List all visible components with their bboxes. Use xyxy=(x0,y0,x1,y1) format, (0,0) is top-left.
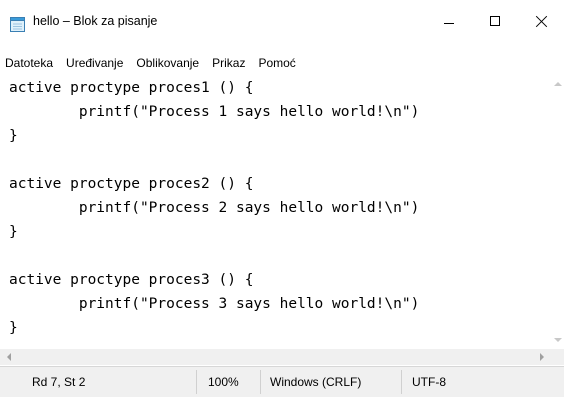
maximize-icon xyxy=(490,16,500,26)
editor-line: printf("Process 2 says hello world!\n") xyxy=(9,200,420,216)
menu-edit[interactable]: Uređivanje xyxy=(59,56,129,70)
status-divider xyxy=(196,370,197,394)
editor-line: } xyxy=(9,224,18,240)
editor-line: active proctype proces1 () { xyxy=(9,80,254,96)
notepad-window: hello – Blok za pisanje Datoteka Uređiva… xyxy=(0,0,564,397)
editor-line: } xyxy=(9,128,18,144)
menu-file[interactable]: Datoteka xyxy=(0,56,59,70)
encoding: UTF-8 xyxy=(412,375,446,389)
window-title: hello – Blok za pisanje xyxy=(33,14,158,28)
horizontal-scrollbar[interactable] xyxy=(0,349,551,365)
status-bar: Rd 7, St 2 100% Windows (CRLF) UTF-8 xyxy=(0,366,564,397)
menu-format[interactable]: Oblikovanje xyxy=(129,56,205,70)
maximize-button[interactable] xyxy=(472,0,518,48)
menu-bar: Datoteka Uređivanje Oblikovanje Prikaz P… xyxy=(0,52,564,74)
vertical-scrollbar[interactable] xyxy=(551,76,564,346)
editor-line: printf("Process 1 says hello world!\n") xyxy=(9,104,420,120)
status-divider xyxy=(260,370,261,394)
menu-help[interactable]: Pomoć xyxy=(251,56,301,70)
editor-line: printf("Process 3 says hello world!\n") xyxy=(9,296,420,312)
cursor-position: Rd 7, St 2 xyxy=(32,375,86,389)
editor-line: } xyxy=(9,320,18,336)
scroll-down-icon[interactable] xyxy=(554,338,562,342)
minimize-button[interactable] xyxy=(426,0,472,48)
minimize-icon xyxy=(444,22,454,24)
close-button[interactable] xyxy=(518,0,564,48)
status-divider xyxy=(401,370,402,394)
scroll-right-icon[interactable] xyxy=(540,353,544,361)
editor-line: active proctype proces2 () { xyxy=(9,176,254,192)
close-icon xyxy=(535,15,547,27)
line-ending: Windows (CRLF) xyxy=(270,375,362,389)
zoom-level: 100% xyxy=(208,375,239,389)
scroll-up-icon[interactable] xyxy=(554,82,562,86)
editor-line: active proctype proces3 () { xyxy=(9,272,254,288)
notepad-icon[interactable] xyxy=(10,16,25,32)
title-bar[interactable]: hello – Blok za pisanje xyxy=(0,0,564,48)
scrollbar-corner xyxy=(551,349,564,365)
scroll-left-icon[interactable] xyxy=(7,353,11,361)
menu-view[interactable]: Prikaz xyxy=(205,56,251,70)
text-editor[interactable]: active proctype proces1 () { printf("Pro… xyxy=(0,76,551,346)
